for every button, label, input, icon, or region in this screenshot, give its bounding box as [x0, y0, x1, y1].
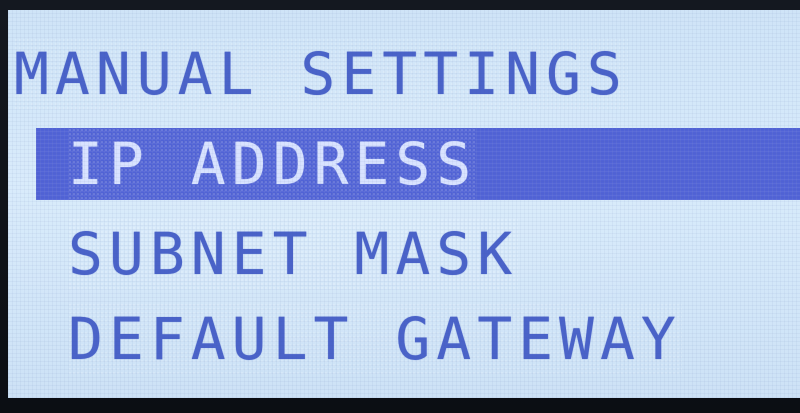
- menu-item-subnet-mask[interactable]: SUBNET MASK: [8, 218, 800, 290]
- menu-item-default-gateway[interactable]: DEFAULT GATEWAY: [8, 303, 800, 375]
- menu-title: MANUAL SETTINGS: [8, 38, 800, 110]
- menu-title-text: MANUAL SETTINGS: [14, 38, 628, 110]
- menu-item-label: IP ADDRESS: [68, 128, 478, 200]
- menu-item-label: SUBNET MASK: [68, 218, 519, 290]
- menu-item-ip-address[interactable]: IP ADDRESS: [36, 128, 800, 200]
- lcd-bezel: MANUAL SETTINGS IP ADDRESS SUBNET MASK D…: [0, 0, 800, 413]
- menu-item-label: DEFAULT GATEWAY: [68, 303, 682, 375]
- lcd-screen: MANUAL SETTINGS IP ADDRESS SUBNET MASK D…: [8, 10, 800, 398]
